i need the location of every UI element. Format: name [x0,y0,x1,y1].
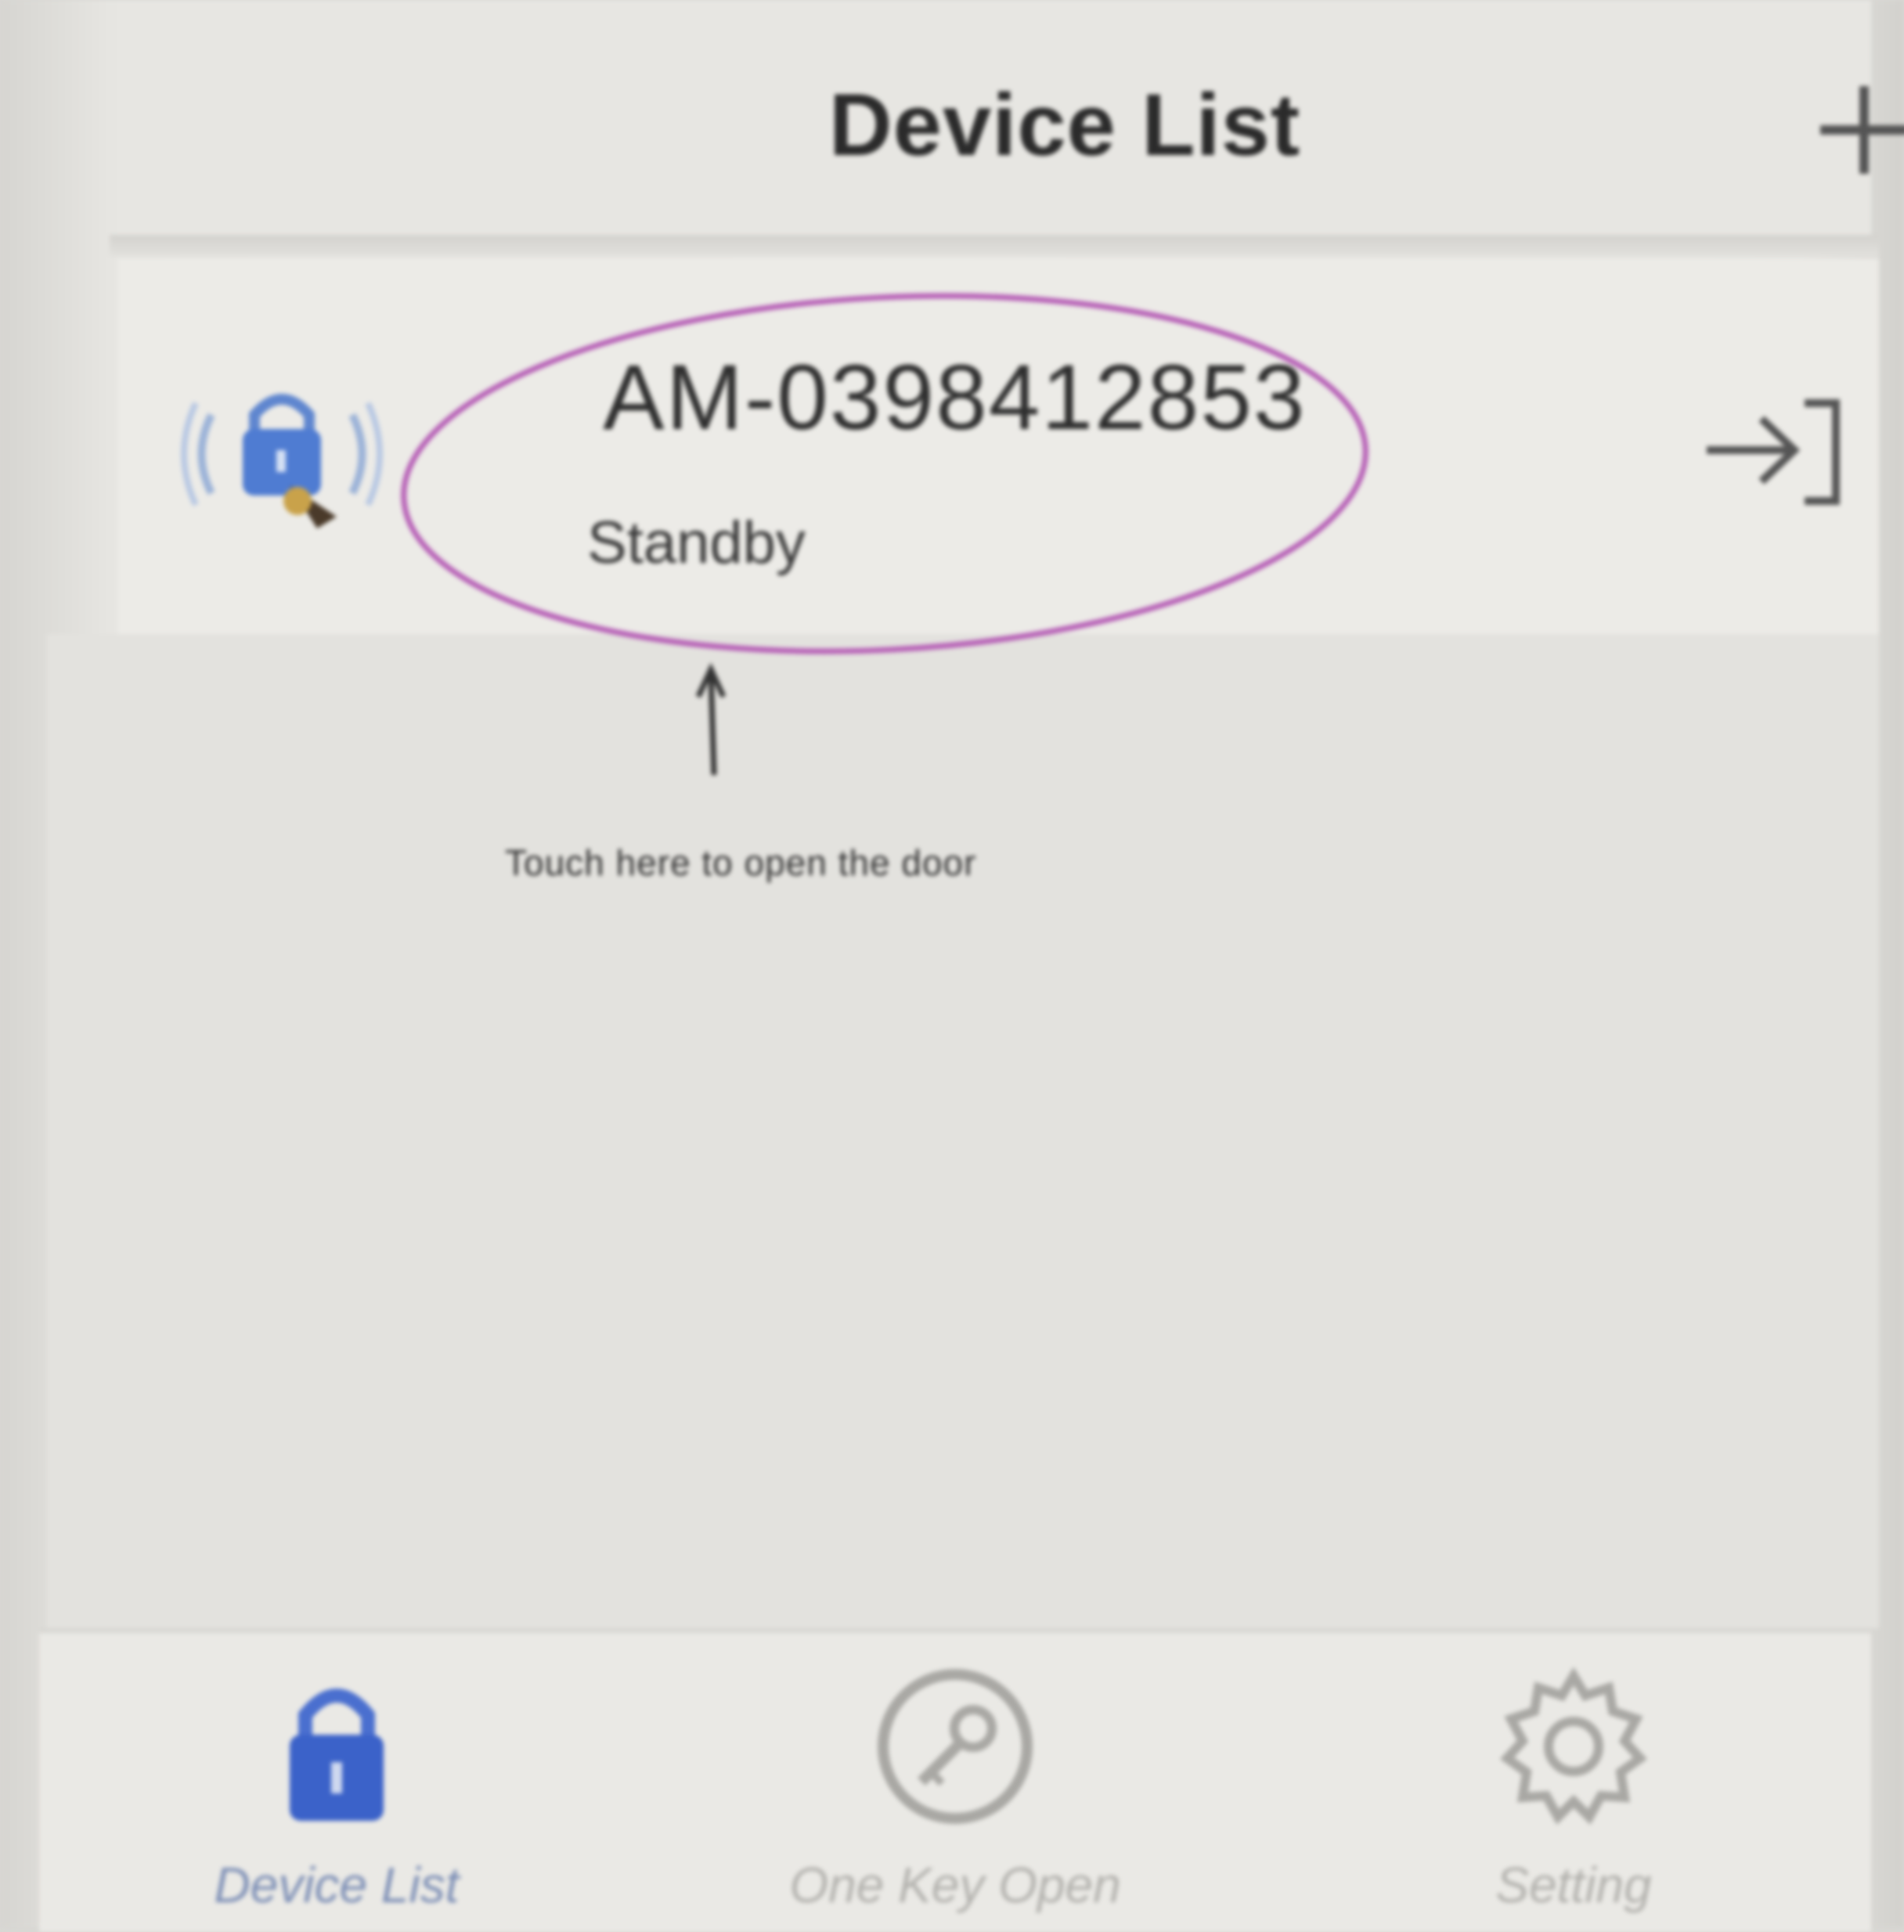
key-circle-icon [878,1669,1033,1824]
tab-label: Device List [214,1857,460,1913]
tab-one-key-open[interactable]: One Key Open [720,1664,1190,1915]
gear-icon [1500,1667,1647,1825]
header-bar: Device List [117,0,1904,235]
bluetooth-lock-icon [181,394,383,528]
annotation-arrow [695,662,727,776]
annotation-ellipse [401,293,1368,654]
lock-icon [290,1689,384,1821]
add-device-button[interactable] [1812,78,1904,180]
annotation-text: Touch here to open the door [505,842,977,883]
page-title: Device List [828,76,1301,174]
bottom-tab-bar: Device List One Key Open Setting [39,1628,1871,1932]
tab-device-list[interactable]: Device List [102,1664,572,1915]
header-divider [110,235,1879,257]
app-screen: Device List AM-0398412853 Standby Touch … [0,0,1904,1932]
tab-setting[interactable]: Setting [1339,1664,1808,1915]
tab-label: Setting [1495,1857,1652,1913]
device-list-background [47,634,1879,1628]
enter-arrow-icon[interactable] [1699,391,1848,517]
tab-label: One Key Open [789,1857,1121,1913]
